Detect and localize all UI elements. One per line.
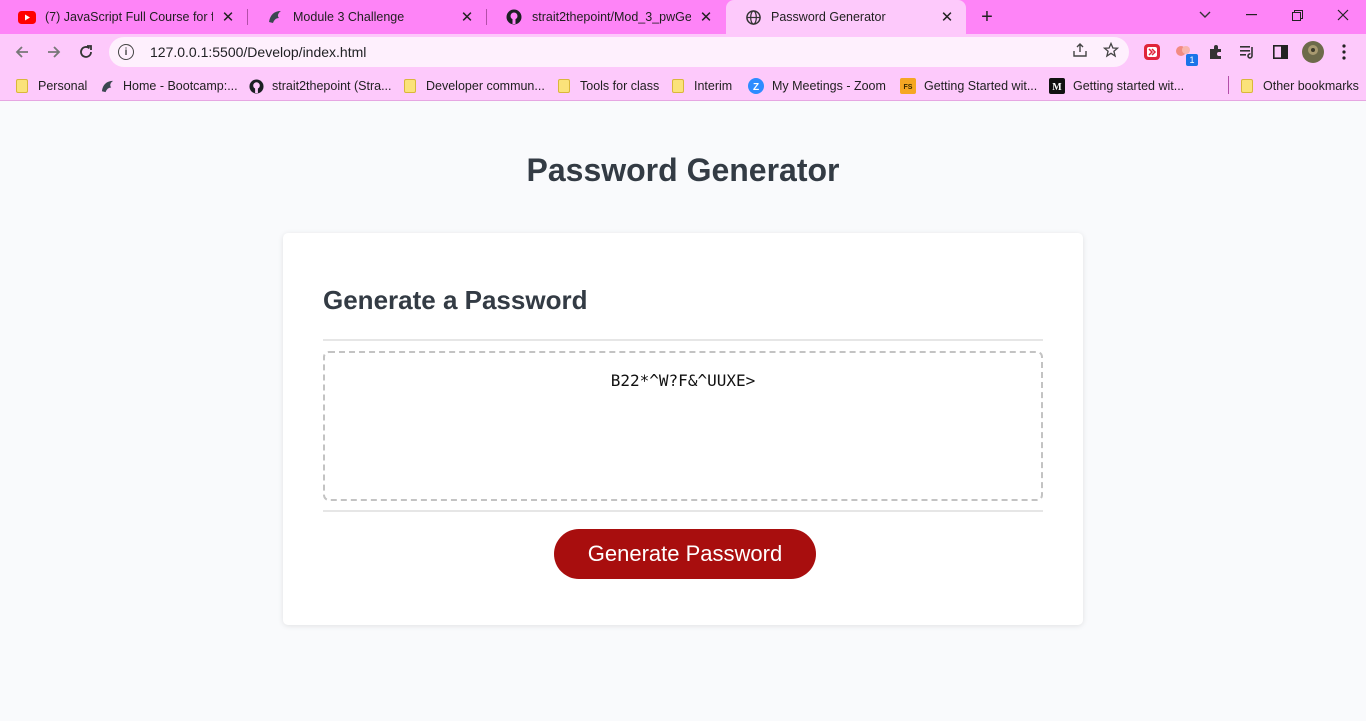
tab-module-3[interactable]: Module 3 Challenge ✕ xyxy=(248,0,486,34)
bookmark-label: Other bookmarks xyxy=(1263,79,1359,93)
bookmark-zoom-meetings[interactable]: Z My Meetings - Zoom xyxy=(748,75,886,97)
svg-text:FS: FS xyxy=(904,84,913,91)
red-extension-icon[interactable] xyxy=(1142,42,1162,62)
bookmark-label: My Meetings - Zoom xyxy=(772,79,886,93)
zoom-icon: Z xyxy=(748,78,764,94)
close-icon[interactable]: ✕ xyxy=(938,8,956,26)
tab-password-generator[interactable]: Password Generator ✕ xyxy=(726,0,966,34)
bootcamp-icon xyxy=(99,78,115,94)
minimize-icon[interactable] xyxy=(1228,0,1274,30)
close-icon[interactable]: ✕ xyxy=(219,8,237,26)
svg-text:Z: Z xyxy=(753,82,759,93)
extensions-puzzle-icon[interactable] xyxy=(1206,42,1226,62)
side-panel-icon[interactable] xyxy=(1270,42,1290,62)
close-window-icon[interactable] xyxy=(1320,0,1366,30)
bookmark-label: Interim xyxy=(694,79,733,93)
bookmark-label: Home - Bootcamp:... xyxy=(123,79,238,93)
address-bar[interactable]: i 127.0.0.1:5500/Develop/index.html xyxy=(109,37,1129,67)
generator-card: Generate a Password B22*^W?F&^UUXE> Gene… xyxy=(283,233,1083,625)
folder-icon xyxy=(1239,78,1255,94)
tab-title: (7) JavaScript Full Course for free xyxy=(45,10,213,24)
folder-icon xyxy=(14,78,30,94)
svg-text:M: M xyxy=(1052,82,1062,93)
bookmark-github[interactable]: strait2thepoint (Stra... xyxy=(248,75,392,97)
card-header: Generate a Password xyxy=(323,285,588,315)
reload-icon[interactable] xyxy=(72,38,100,66)
page-title: Password Generator xyxy=(526,152,840,188)
bookmark-interim[interactable]: Interim xyxy=(670,75,732,97)
bookmark-other[interactable]: Other bookmarks xyxy=(1239,75,1359,97)
bookmarks-separator xyxy=(1228,76,1229,94)
bookmark-label: Developer commun... xyxy=(426,79,545,93)
globe-icon xyxy=(744,8,762,26)
share-icon[interactable] xyxy=(1071,41,1089,59)
bookmark-label: Getting started wit... xyxy=(1073,79,1185,93)
bookmark-star-icon[interactable] xyxy=(1102,41,1120,59)
close-icon[interactable]: ✕ xyxy=(697,8,715,26)
menu-kebab-icon[interactable] xyxy=(1334,42,1354,62)
folder-icon xyxy=(402,78,418,94)
bootcamp-icon xyxy=(266,8,284,26)
fs-icon: FS xyxy=(900,78,916,94)
bookmark-bootcamp[interactable]: Home - Bootcamp:... xyxy=(99,75,238,97)
tab-title: Module 3 Challenge xyxy=(293,10,405,24)
tab-title: strait2thepoint/Mod_3_pwGen: p xyxy=(532,10,691,24)
cloud-extension-icon[interactable]: 1 xyxy=(1174,42,1198,66)
github-icon xyxy=(505,8,523,26)
bookmark-label: Getting Started wit... xyxy=(924,79,1038,93)
bookmark-getting-started-medium[interactable]: M Getting started wit... xyxy=(1049,75,1184,97)
tab-github-repo[interactable]: strait2thepoint/Mod_3_pwGen: p ✕ xyxy=(487,0,725,34)
site-info-icon[interactable]: i xyxy=(118,44,134,60)
restore-icon[interactable] xyxy=(1274,0,1320,30)
url-text[interactable]: 127.0.0.1:5500/Develop/index.html xyxy=(150,44,366,60)
bookmark-developer-community[interactable]: Developer commun... xyxy=(402,75,545,97)
bookmark-tools-for-class[interactable]: Tools for class xyxy=(556,75,659,97)
media-control-icon[interactable] xyxy=(1238,42,1258,62)
bookmark-label: Tools for class xyxy=(580,79,660,93)
generate-password-button[interactable]: Generate Password xyxy=(554,529,816,579)
new-tab-button[interactable]: + xyxy=(976,6,998,28)
tab-search-icon[interactable] xyxy=(1182,0,1228,30)
password-output[interactable]: B22*^W?F&^UUXE> xyxy=(323,351,1043,501)
back-icon[interactable] xyxy=(8,38,36,66)
youtube-icon xyxy=(18,8,36,26)
tab-youtube[interactable]: (7) JavaScript Full Course for free ✕ xyxy=(0,0,247,34)
tab-strip: (7) JavaScript Full Course for free ✕ Mo… xyxy=(0,0,1366,34)
forward-icon[interactable] xyxy=(40,38,68,66)
page-content: Password Generator Generate a Password B… xyxy=(0,102,1366,721)
profile-avatar[interactable] xyxy=(1301,40,1325,64)
bookmark-getting-started-fs[interactable]: FS Getting Started wit... xyxy=(900,75,1037,97)
medium-icon: M xyxy=(1049,78,1065,94)
tab-title: Password Generator xyxy=(771,10,886,24)
close-icon[interactable]: ✕ xyxy=(458,8,476,26)
extension-badge: 1 xyxy=(1186,54,1198,66)
browser-toolbar: i 127.0.0.1:5500/Develop/index.html 1 xyxy=(0,34,1366,70)
bookmark-label: strait2thepoint (Stra... xyxy=(272,79,392,93)
divider xyxy=(323,510,1043,512)
bookmark-personal[interactable]: Personal xyxy=(14,75,87,97)
bookmark-label: Personal xyxy=(38,79,88,93)
divider xyxy=(323,339,1043,341)
folder-icon xyxy=(670,78,686,94)
folder-icon xyxy=(556,78,572,94)
github-icon xyxy=(248,78,264,94)
bookmarks-bar: Personal Home - Bootcamp:... strait2thep… xyxy=(0,70,1366,101)
